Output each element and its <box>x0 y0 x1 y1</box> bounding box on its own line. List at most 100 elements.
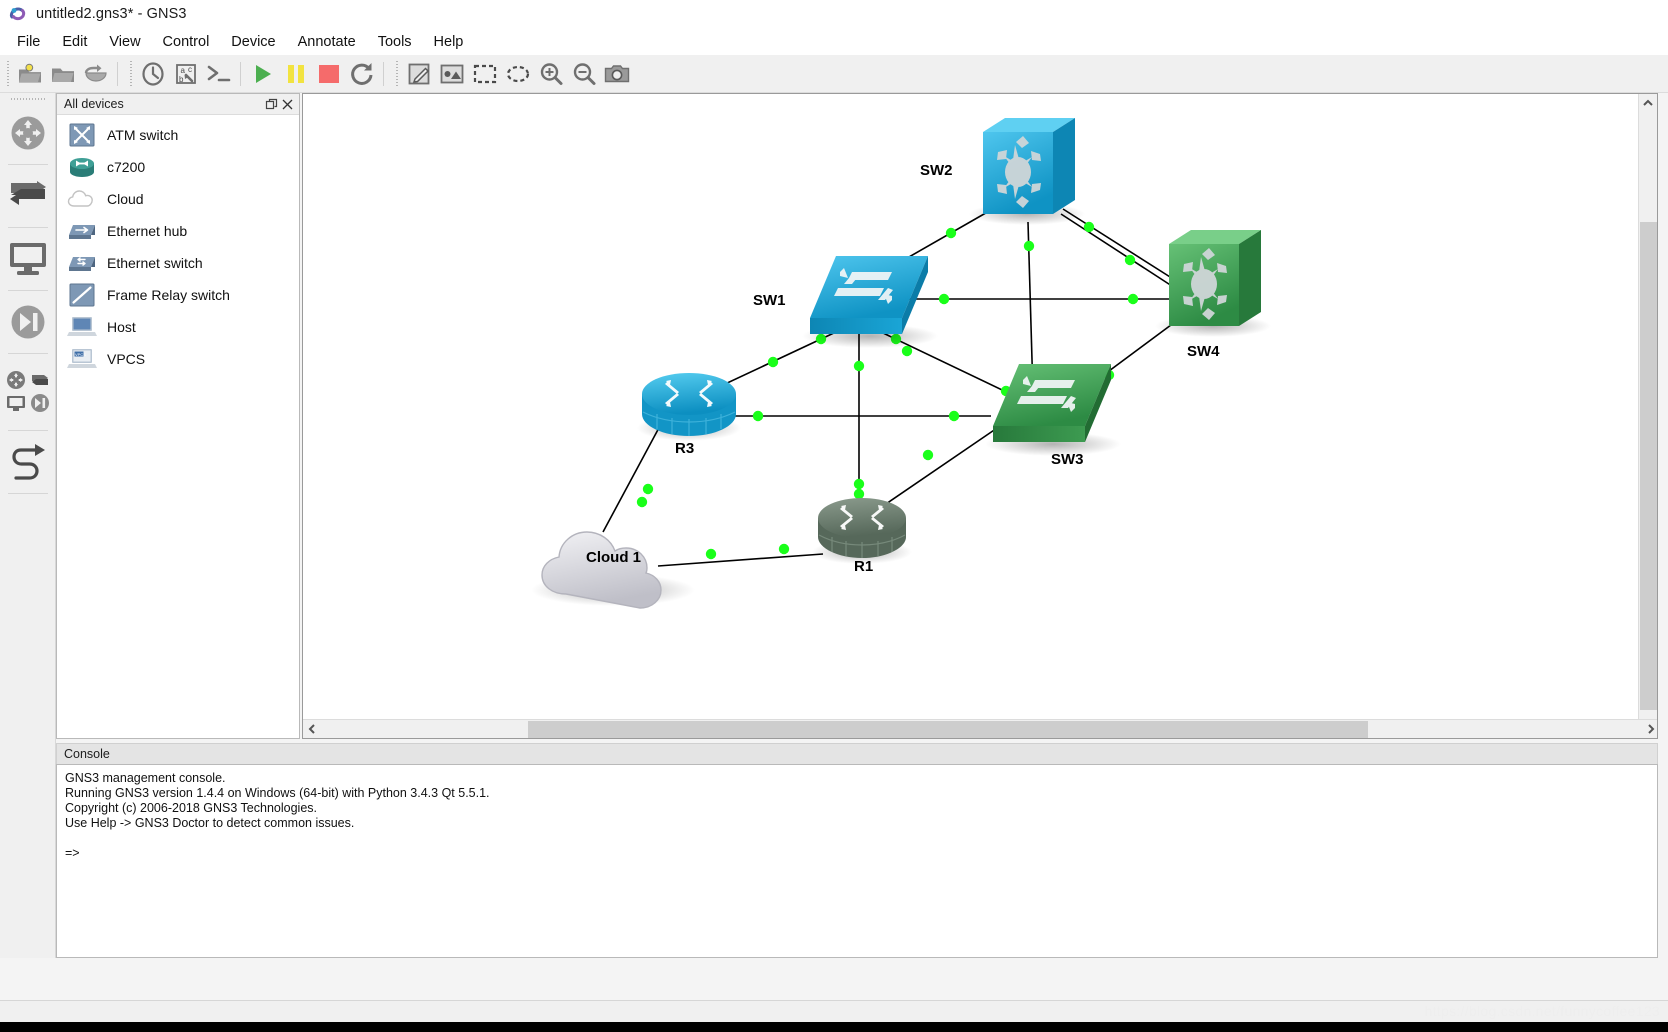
draw-rectangle-icon[interactable] <box>468 57 501 90</box>
draw-ellipse-icon[interactable] <box>501 57 534 90</box>
toolbar-grip-2[interactable] <box>127 59 134 88</box>
device-list-item-label: ATM switch <box>107 127 179 143</box>
device-list-item-ethernet-switch[interactable]: Ethernet switch <box>63 247 299 279</box>
link-sw2-sw4-a <box>1062 208 1179 283</box>
menu-view[interactable]: View <box>98 31 151 53</box>
gns3-main-window: untitled2.gns3* - GNS3 File Edit View Co… <box>0 0 1668 1032</box>
stop-all-icon[interactable] <box>312 57 345 90</box>
menu-help[interactable]: Help <box>423 31 475 53</box>
browse-end-devices-button[interactable] <box>0 230 56 288</box>
scroll-up-icon[interactable] <box>1639 94 1657 111</box>
cloud-icon <box>67 186 97 212</box>
node-label-sw4: SW4 <box>1187 343 1220 360</box>
node-label-sw1: SW1 <box>753 292 786 309</box>
canvas-vertical-scroll-thumb[interactable] <box>1640 222 1657 710</box>
save-project-icon[interactable] <box>79 57 112 90</box>
open-project-icon[interactable] <box>46 57 79 90</box>
link-status-dot <box>1127 293 1139 305</box>
device-list-item-frame-relay-switch[interactable]: Frame Relay switch <box>63 279 299 311</box>
link-r3-cloud1 <box>602 423 662 533</box>
svg-text:c: c <box>188 65 192 74</box>
link-status-dot <box>938 293 950 305</box>
device-toolbar-grip[interactable] <box>10 96 45 102</box>
zoom-in-icon[interactable] <box>534 57 567 90</box>
monitor-icon <box>8 240 48 278</box>
status-bar: https://blog.csdn.net/funnycoffee123 <box>0 1000 1668 1022</box>
menu-annotate[interactable]: Annotate <box>287 31 367 53</box>
insert-image-icon[interactable] <box>435 57 468 90</box>
console-output[interactable]: GNS3 management console. Running GNS3 ve… <box>56 764 1658 958</box>
link-status-dot <box>853 488 865 500</box>
device-list-item-host[interactable]: Host <box>63 311 299 343</box>
zoom-out-icon[interactable] <box>567 57 600 90</box>
menu-tools[interactable]: Tools <box>367 31 423 53</box>
node-label-sw3: SW3 <box>1051 451 1084 468</box>
device-list-item-c7200[interactable]: c7200 <box>63 151 299 183</box>
device-list-item-cloud[interactable]: Cloud <box>63 183 299 215</box>
add-note-icon[interactable] <box>402 57 435 90</box>
toolbar-grip-3[interactable] <box>393 59 400 88</box>
gns3-logo-icon <box>8 4 28 24</box>
scroll-right-icon[interactable] <box>1642 720 1657 738</box>
pause-all-icon[interactable] <box>279 57 312 90</box>
toolbar-separator <box>117 61 118 86</box>
menu-control[interactable]: Control <box>152 31 221 53</box>
device-list-item-label: VPCS <box>107 351 146 367</box>
node-label-r3: R3 <box>675 440 694 457</box>
device-list-item-ethernet-hub[interactable]: Ethernet hub <box>63 215 299 247</box>
menu-edit[interactable]: Edit <box>51 31 98 53</box>
screenshot-icon[interactable] <box>600 57 633 90</box>
add-link-button[interactable] <box>0 433 56 491</box>
start-all-icon[interactable] <box>246 57 279 90</box>
menu-bar: File Edit View Control Device Annotate T… <box>0 28 1668 55</box>
device-list-item-vpcs[interactable]: VPCS VPCS <box>63 343 299 375</box>
link-status-dot <box>901 345 913 357</box>
ethernet-hub-icon <box>67 218 97 244</box>
vpcs-icon: VPCS <box>67 346 97 372</box>
browse-routers-button[interactable] <box>0 104 56 162</box>
link-status-dot <box>945 227 957 239</box>
menu-file[interactable]: File <box>6 31 51 53</box>
add-link-icon <box>7 442 49 482</box>
c7200-router-icon <box>67 154 97 180</box>
main-toolbar: a c b <box>0 55 1668 93</box>
window-title: untitled2.gns3* - GNS3 <box>36 6 187 22</box>
node-r3 <box>637 373 741 441</box>
browse-switches-button[interactable] <box>0 167 56 225</box>
scroll-left-icon[interactable] <box>303 720 320 738</box>
toolbar-grip[interactable] <box>4 59 11 88</box>
device-toolbar-separator-6 <box>7 493 48 494</box>
float-icon[interactable] <box>263 96 279 112</box>
svg-text:b: b <box>179 75 184 84</box>
snapshot-icon[interactable] <box>136 57 169 90</box>
link-status-dot <box>853 478 865 490</box>
canvas-horizontal-scroll-thumb[interactable] <box>528 721 1368 738</box>
device-list-item-atm-switch[interactable]: ATM switch <box>63 119 299 151</box>
topology-canvas[interactable]: Cloud 1 R3 R1 SW1 SW3 SW2 SW4 <box>303 94 1638 718</box>
firewall-icon <box>8 302 48 342</box>
device-list-item-label: Frame Relay switch <box>107 287 230 303</box>
frame-relay-switch-icon <box>67 282 97 308</box>
new-project-icon[interactable] <box>13 57 46 90</box>
browse-security-devices-button[interactable] <box>0 293 56 351</box>
node-cloud1 <box>531 531 695 609</box>
show-hide-interface-labels-icon[interactable]: a c b <box>169 57 202 90</box>
all-devices-dock: All devices ATM switch c7200 Cloud Ether… <box>56 93 300 739</box>
reload-all-icon[interactable] <box>345 57 378 90</box>
node-sw1 <box>802 256 938 348</box>
topology-canvas-area[interactable]: Cloud 1 R3 R1 SW1 SW3 SW2 SW4 <box>302 93 1658 739</box>
canvas-vertical-scrollbar[interactable] <box>1638 94 1657 721</box>
browse-all-devices-button[interactable] <box>0 356 56 428</box>
link-status-dot <box>922 449 934 461</box>
all-devices-list: ATM switch c7200 Cloud Ethernet hub Ethe… <box>57 115 299 375</box>
console-to-all-devices-icon[interactable] <box>202 57 235 90</box>
switch-icon <box>7 179 49 213</box>
close-icon[interactable] <box>279 96 295 112</box>
node-label-r1: R1 <box>854 558 873 575</box>
link-status-dot <box>853 360 865 372</box>
window-bottom-edge <box>0 1022 1668 1032</box>
canvas-horizontal-scrollbar[interactable] <box>303 719 1657 738</box>
link-status-dot <box>1083 221 1095 233</box>
menu-device[interactable]: Device <box>220 31 286 53</box>
